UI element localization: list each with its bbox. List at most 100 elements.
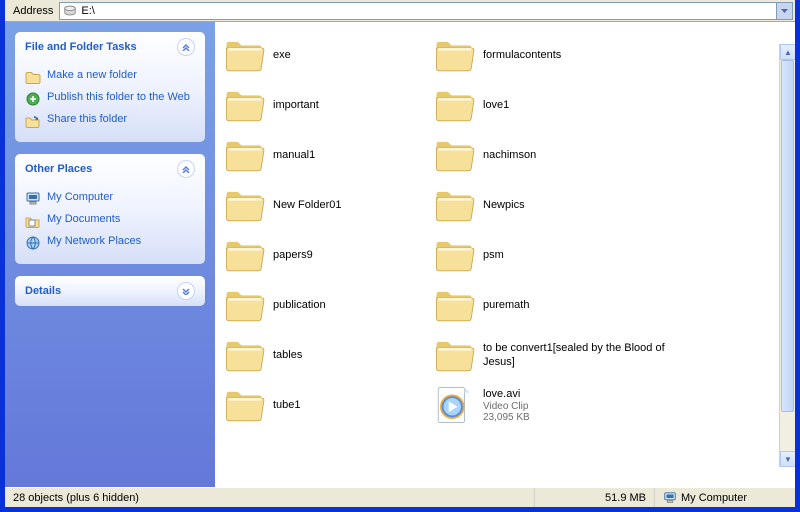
file-item[interactable]: important — [219, 80, 429, 130]
folder-icon — [223, 284, 265, 326]
file-name: tube1 — [273, 398, 301, 412]
video-file-icon — [433, 384, 475, 426]
file-item[interactable]: Newpics — [429, 180, 699, 230]
panel-header[interactable]: File and Folder Tasks — [15, 32, 205, 62]
file-item[interactable]: manual1 — [219, 130, 429, 180]
chevron-down-icon — [781, 9, 788, 13]
file-type: Video Clip — [483, 401, 530, 412]
address-bar: Address E:\ — [5, 0, 795, 22]
file-name: nachimson — [483, 148, 536, 162]
panel-title: File and Folder Tasks — [25, 41, 137, 53]
file-name: tables — [273, 348, 302, 362]
file-item[interactable]: tube1 — [219, 380, 429, 430]
folder-icon — [433, 34, 475, 76]
file-name: formulacontents — [483, 48, 561, 62]
scroll-up-button[interactable]: ▲ — [780, 44, 795, 60]
task-label: Share this folder — [47, 113, 127, 125]
task-label: My Network Places — [47, 235, 141, 247]
publish-icon — [25, 91, 41, 107]
status-size: 51.9 MB — [535, 488, 655, 507]
file-item[interactable]: New Folder01 — [219, 180, 429, 230]
folder-icon — [223, 84, 265, 126]
task-label: Publish this folder to the Web — [47, 91, 190, 103]
status-location: My Computer — [655, 488, 795, 507]
task-item[interactable]: Share this folder — [25, 110, 195, 132]
status-objects: 28 objects (plus 6 hidden) — [5, 488, 535, 507]
file-item[interactable]: love1 — [429, 80, 699, 130]
file-name: exe — [273, 48, 291, 62]
folder-icon — [223, 334, 265, 376]
drive-icon — [63, 4, 77, 18]
task-item[interactable]: My Documents — [25, 210, 195, 232]
vertical-scrollbar[interactable]: ▲ ▼ — [779, 44, 795, 467]
file-name: papers9 — [273, 248, 313, 262]
sidebar-panel: Other Places My Computer My Documents My Ne… — [15, 154, 205, 264]
share-icon — [25, 113, 41, 129]
folder-icon — [223, 34, 265, 76]
file-list[interactable]: exe formulacontents important love1manual1 n… — [215, 22, 795, 487]
file-item[interactable]: love.aviVideo Clip23,095 KB — [429, 380, 699, 430]
file-item[interactable]: formulacontents — [429, 30, 699, 80]
sidebar-panel: Details — [15, 276, 205, 306]
address-value: E:\ — [81, 5, 94, 17]
computer-icon — [663, 491, 677, 505]
task-item[interactable]: My Network Places — [25, 232, 195, 254]
scroll-thumb[interactable] — [781, 60, 794, 412]
panel-header[interactable]: Other Places — [15, 154, 205, 184]
file-name: love.avi — [483, 387, 530, 401]
task-item[interactable]: My Computer — [25, 188, 195, 210]
chevron-up-icon[interactable] — [177, 38, 195, 56]
task-label: My Computer — [47, 191, 113, 203]
file-item[interactable]: puremath — [429, 280, 699, 330]
folder-icon — [223, 234, 265, 276]
file-item[interactable]: nachimson — [429, 130, 699, 180]
task-label: Make a new folder — [47, 69, 137, 81]
task-item[interactable]: Make a new folder — [25, 66, 195, 88]
task-item[interactable]: Publish this folder to the Web — [25, 88, 195, 110]
status-bar: 28 objects (plus 6 hidden) 51.9 MB My Co… — [5, 487, 795, 507]
file-name: publication — [273, 298, 326, 312]
folder-icon — [433, 334, 475, 376]
new-folder-icon — [25, 69, 41, 85]
computer-icon — [25, 191, 41, 207]
file-name: New Folder01 — [273, 198, 341, 212]
file-item[interactable]: publication — [219, 280, 429, 330]
panel-header[interactable]: Details — [15, 276, 205, 306]
file-name: important — [273, 98, 319, 112]
panel-title: Other Places — [25, 163, 92, 175]
folder-icon — [433, 184, 475, 226]
documents-icon — [25, 213, 41, 229]
folder-icon — [433, 284, 475, 326]
file-item[interactable]: exe — [219, 30, 429, 80]
chevron-up-icon[interactable] — [177, 160, 195, 178]
scroll-track[interactable] — [780, 60, 795, 451]
task-label: My Documents — [47, 213, 120, 225]
file-item[interactable]: papers9 — [219, 230, 429, 280]
folder-icon — [223, 134, 265, 176]
file-name: to be convert1[sealed by the Blood of Je… — [483, 341, 695, 370]
file-name: puremath — [483, 298, 529, 312]
file-item[interactable]: to be convert1[sealed by the Blood of Je… — [429, 330, 699, 380]
scroll-down-button[interactable]: ▼ — [780, 451, 795, 467]
explorer-window: Address E:\ File and Folder Tasks Make a … — [5, 0, 795, 507]
network-icon — [25, 235, 41, 251]
folder-icon — [223, 184, 265, 226]
folder-icon — [223, 384, 265, 426]
sidebar: File and Folder Tasks Make a new folder Pu… — [5, 22, 215, 487]
file-size: 23,095 KB — [483, 412, 530, 423]
panel-body: My Computer My Documents My Network Places — [15, 184, 205, 264]
file-name: psm — [483, 248, 504, 262]
file-name: Newpics — [483, 198, 525, 212]
panel-body: Make a new folder Publish this folder to … — [15, 62, 205, 142]
sidebar-panel: File and Folder Tasks Make a new folder Pu… — [15, 32, 205, 142]
folder-icon — [433, 84, 475, 126]
address-dropdown-button[interactable] — [777, 2, 793, 20]
chevron-down-icon[interactable] — [177, 282, 195, 300]
body-area: File and Folder Tasks Make a new folder Pu… — [5, 22, 795, 487]
file-item[interactable]: psm — [429, 230, 699, 280]
folder-icon — [433, 234, 475, 276]
panel-title: Details — [25, 285, 61, 297]
address-label: Address — [7, 5, 59, 17]
address-input[interactable]: E:\ — [59, 2, 777, 20]
file-item[interactable]: tables — [219, 330, 429, 380]
